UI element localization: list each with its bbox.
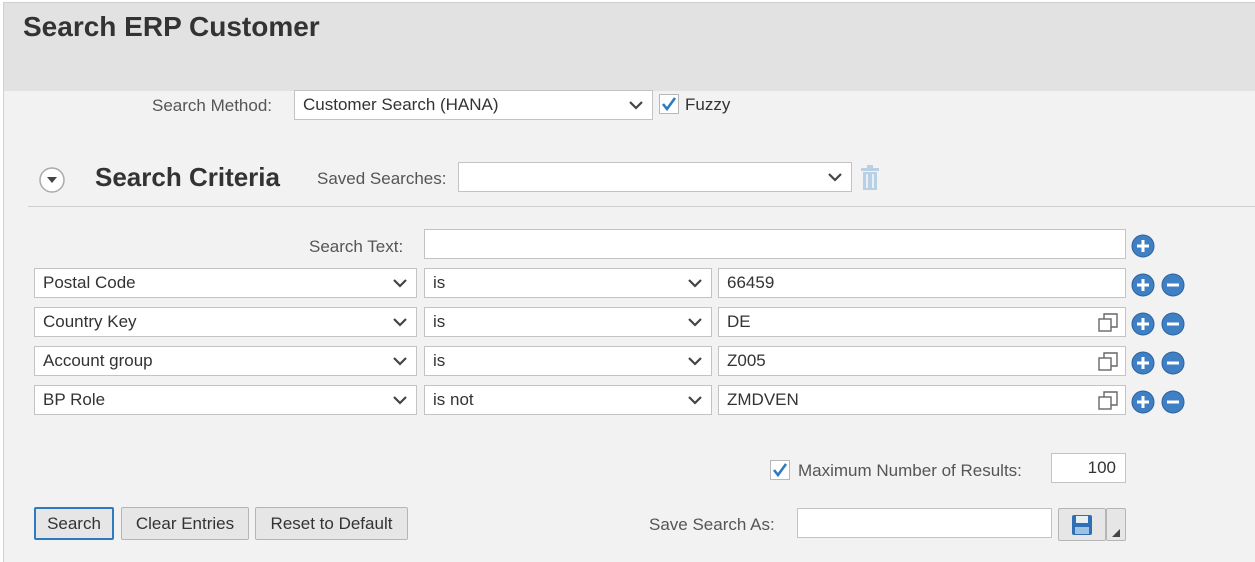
value-help-icon[interactable]	[1098, 391, 1118, 411]
search-text-input[interactable]	[424, 229, 1126, 259]
saved-searches-select[interactable]	[458, 162, 852, 192]
max-results-label: Maximum Number of Results:	[798, 461, 1022, 480]
criteria-operator-select[interactable]: is not	[424, 385, 712, 415]
criteria-field-value: Postal Code	[43, 273, 136, 292]
criteria-operator-select[interactable]: is	[424, 346, 712, 376]
criteria-field-select[interactable]: Postal Code	[34, 268, 417, 298]
add-row-icon[interactable]	[1131, 351, 1155, 375]
max-results-input[interactable]: 100	[1051, 453, 1126, 483]
search-text-label: Search Text:	[309, 237, 404, 256]
criteria-field-select[interactable]: Country Key	[34, 307, 417, 337]
save-search-as-label: Save Search As:	[649, 515, 775, 534]
chevron-down-icon	[688, 318, 702, 327]
chevron-down-icon	[393, 357, 407, 366]
remove-row-icon[interactable]	[1161, 312, 1185, 336]
page-header: Search ERP Customer	[4, 2, 1255, 91]
app-frame: Search ERP Customer Search Method: Custo…	[3, 2, 1255, 562]
fuzzy-checkbox[interactable]	[659, 94, 679, 114]
reset-to-default-button[interactable]: Reset to Default	[255, 507, 408, 540]
add-row-icon[interactable]	[1131, 273, 1155, 297]
checkmark-icon	[772, 463, 788, 478]
criteria-field-select[interactable]: BP Role	[34, 385, 417, 415]
chevron-down-icon	[629, 101, 643, 110]
criteria-field-value: BP Role	[43, 390, 106, 409]
fuzzy-label: Fuzzy	[685, 95, 731, 114]
search-button[interactable]: Search	[34, 507, 114, 540]
value-help-icon[interactable]	[1098, 352, 1118, 372]
section-divider	[28, 206, 1255, 207]
criteria-value-input[interactable]: Z005	[718, 346, 1126, 376]
criteria-value-input[interactable]: ZMDVEN	[718, 385, 1126, 415]
remove-row-icon[interactable]	[1161, 390, 1185, 414]
criteria-operator-select[interactable]: is	[424, 307, 712, 337]
chevron-down-icon	[688, 396, 702, 405]
criteria-value-input[interactable]: DE	[718, 307, 1126, 337]
trash-icon[interactable]	[859, 165, 881, 191]
checkmark-icon	[661, 97, 677, 112]
add-row-icon[interactable]	[1131, 234, 1155, 258]
criteria-value-input[interactable]: 66459	[718, 268, 1126, 298]
chevron-down-icon	[688, 357, 702, 366]
criteria-operator-select[interactable]: is	[424, 268, 712, 298]
chevron-down-icon	[828, 173, 842, 182]
floppy-disk-icon	[1072, 515, 1092, 535]
clear-entries-button[interactable]: Clear Entries	[121, 507, 249, 540]
criteria-field-value: Account group	[43, 351, 153, 370]
saved-searches-label: Saved Searches:	[317, 169, 447, 188]
add-row-icon[interactable]	[1131, 312, 1155, 336]
collapse-toggle-icon[interactable]	[38, 166, 66, 194]
search-method-value: Customer Search (HANA)	[303, 95, 499, 114]
max-results-checkbox[interactable]	[770, 460, 790, 480]
criteria-operator-value: is	[433, 351, 446, 370]
page-title: Search ERP Customer	[23, 11, 320, 42]
save-options-button[interactable]	[1106, 508, 1126, 541]
search-method-select[interactable]: Customer Search (HANA)	[294, 90, 653, 120]
save-search-button[interactable]	[1058, 508, 1106, 541]
search-method-label: Search Method:	[152, 96, 273, 115]
criteria-field-value: Country Key	[43, 312, 137, 331]
criteria-value-text: 66459	[727, 273, 775, 292]
add-row-icon[interactable]	[1131, 390, 1155, 414]
criteria-operator-value: is	[433, 273, 446, 292]
criteria-operator-value: is not	[433, 390, 474, 409]
chevron-down-icon	[393, 396, 407, 405]
remove-row-icon[interactable]	[1161, 351, 1185, 375]
chevron-down-icon	[688, 279, 702, 288]
criteria-value-text: Z005	[727, 351, 766, 370]
remove-row-icon[interactable]	[1161, 273, 1185, 297]
chevron-down-icon	[393, 279, 407, 288]
save-search-as-input[interactable]	[797, 508, 1052, 538]
corner-triangle-icon	[1112, 529, 1120, 537]
criteria-operator-value: is	[433, 312, 446, 331]
criteria-value-text: ZMDVEN	[727, 390, 799, 409]
chevron-down-icon	[393, 318, 407, 327]
value-help-icon[interactable]	[1098, 313, 1118, 333]
search-criteria-title: Search Criteria	[95, 162, 280, 192]
criteria-value-text: DE	[727, 312, 751, 331]
criteria-field-select[interactable]: Account group	[34, 346, 417, 376]
